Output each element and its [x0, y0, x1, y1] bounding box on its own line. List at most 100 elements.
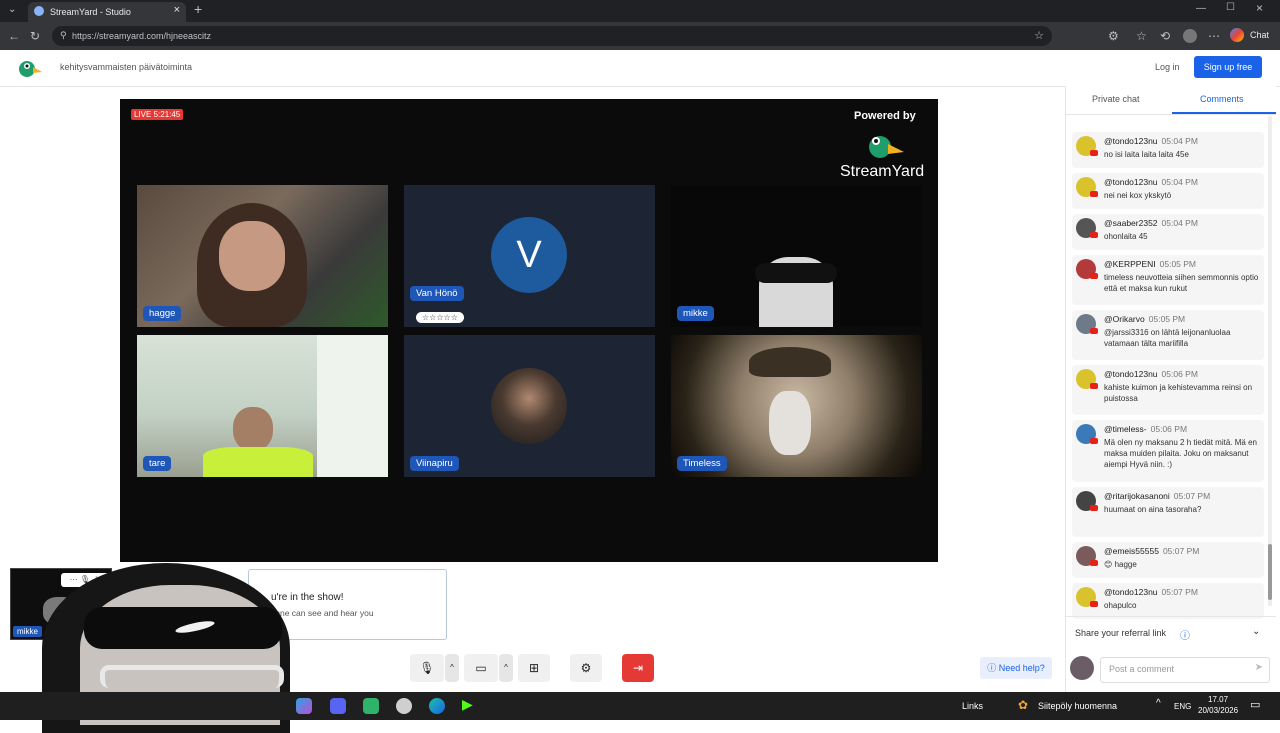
notifications-icon[interactable]: ▭ — [1250, 698, 1260, 711]
send-icon[interactable]: ➤ — [1255, 662, 1263, 673]
mic-options-chevron-icon[interactable]: ^ — [445, 654, 459, 682]
youtube-icon — [1090, 191, 1098, 197]
weather-text[interactable]: Siitepöly huomenna — [1038, 701, 1117, 711]
tab-comments[interactable]: Comments — [1200, 94, 1244, 104]
history-icon[interactable]: ⟲ — [1160, 22, 1170, 50]
app-icon[interactable] — [363, 698, 379, 714]
settings-gear-icon[interactable]: ⚙ — [570, 654, 602, 682]
participant-tile: Viinapiru — [404, 335, 655, 477]
overlay-goggles — [100, 665, 284, 688]
new-tab-icon[interactable]: + — [194, 1, 202, 17]
comment-username: @Orikarvo 05:05 PM — [1104, 314, 1185, 324]
youtube-icon — [1090, 560, 1098, 566]
tab-list-icon[interactable]: ⌄ — [8, 0, 16, 24]
participant-tile: Timeless — [671, 335, 922, 477]
links-toolbar[interactable]: Links — [962, 701, 983, 711]
copilot-icon[interactable] — [1230, 28, 1244, 42]
scrollbar-thumb[interactable] — [1268, 544, 1272, 600]
participant-tile: tare — [137, 335, 388, 477]
streamyard-logo-icon[interactable] — [16, 56, 42, 80]
comment-input[interactable]: Post a comment ➤ — [1100, 657, 1270, 683]
clock-time[interactable]: 17.07 — [1208, 695, 1228, 704]
site-header: kehitysvammaisten päivätoiminta Log in S… — [0, 50, 1280, 87]
comment-list[interactable]: @tondo123nu 05:04 PM no isi laita laita la… — [1066, 132, 1266, 619]
url-text: https://streamyard.com/hjneeascitz — [72, 31, 212, 41]
comment-text: kahiste kuimon ja kehistevamma reinsi on… — [1104, 383, 1253, 403]
tab-title: StreamYard - Studio — [50, 7, 131, 17]
tab-private-chat[interactable]: Private chat — [1092, 94, 1140, 104]
comment-username: @ritarijokasanoni 05:07 PM — [1104, 491, 1210, 501]
signup-button[interactable]: Sign up free — [1194, 56, 1262, 78]
address-bar-row: ← ↻ ⚲ https://streamyard.com/hjneeascitz… — [0, 22, 1280, 50]
participant-beard — [769, 391, 811, 455]
participant-face — [233, 407, 273, 451]
share-screen-button[interactable]: ⊞ — [518, 654, 550, 682]
windows-taskbar: ▶ Links ✿ Siitepöly huomenna ^ ENG 17.07… — [0, 692, 1280, 720]
maximize-icon[interactable]: ☐ — [1226, 2, 1235, 13]
tray-chevron-icon[interactable]: ^ — [1156, 698, 1161, 709]
need-help-button[interactable]: ⓘ Need help? — [980, 657, 1052, 679]
youtube-icon — [1090, 273, 1098, 279]
referral-info-icon[interactable]: ⓘ — [1180, 627, 1190, 642]
copilot-taskbar-icon[interactable] — [296, 698, 312, 714]
participant-name: Viinapiru — [410, 456, 459, 471]
chevron-down-icon[interactable]: ⌄ — [1252, 626, 1260, 637]
language-indicator[interactable]: ENG — [1174, 702, 1191, 711]
youtube-icon — [1090, 150, 1098, 156]
camera-options-chevron-icon[interactable]: ^ — [499, 654, 513, 682]
camera-button[interactable]: ▭ — [464, 654, 498, 682]
comment-time: 05:06 PM — [1150, 424, 1188, 434]
site-info-icon[interactable]: ⚲ — [60, 30, 67, 41]
microphone-button[interactable]: 🎙 — [410, 654, 444, 682]
help-icon: ⓘ — [987, 663, 997, 673]
discord-icon[interactable] — [330, 698, 346, 714]
comment-text: nei nei kox ykskytö — [1104, 191, 1172, 200]
tab-favicon-icon — [34, 6, 44, 16]
comment-username: @timeless- 05:06 PM — [1104, 424, 1187, 434]
kick-icon[interactable]: ▶ — [462, 696, 473, 713]
comment-username: @saaber2352 05:04 PM — [1104, 218, 1198, 228]
edge-icon[interactable] — [429, 698, 445, 714]
favorites-icon[interactable]: ☆ — [1136, 22, 1147, 50]
comment-username: @tondo123nu 05:07 PM — [1104, 587, 1198, 597]
self-view-tile: ··· 🎙 ⋮ mikke — [10, 568, 112, 640]
close-window-icon[interactable]: × — [1256, 1, 1263, 15]
chat-button[interactable]: Chat — [1250, 30, 1269, 40]
comment-time: 05:07 PM — [1162, 546, 1200, 556]
comment-username: @tondo123nu 05:04 PM — [1104, 177, 1198, 187]
referral-link-label[interactable]: Share your referral link — [1075, 628, 1166, 638]
bookmark-star-icon[interactable]: ☆ — [1034, 29, 1044, 42]
url-field[interactable]: ⚲ https://streamyard.com/hjneeascitz ☆ — [52, 26, 1052, 46]
leave-studio-button[interactable]: ⇥ — [622, 654, 654, 682]
comment-user: @Orikarvo — [1104, 314, 1145, 324]
menu-dots-icon[interactable]: ⋯ — [1208, 22, 1220, 50]
profile-avatar[interactable] — [1183, 29, 1197, 43]
comment-text: 😊 hagge — [1104, 560, 1137, 569]
app-icon[interactable] — [396, 698, 412, 714]
weather-icon: ✿ — [1018, 698, 1029, 712]
participant-name: Van Hönö — [410, 286, 464, 301]
brand-name: StreamYard — [840, 163, 925, 180]
reload-icon[interactable]: ↻ — [30, 22, 40, 50]
participant-hat — [749, 347, 831, 377]
close-tab-icon[interactable]: × — [174, 4, 180, 16]
extensions-icon[interactable]: ⚙ — [1108, 22, 1119, 50]
swoosh-icon — [174, 618, 216, 636]
clock-date[interactable]: 20/03/2026 — [1198, 706, 1238, 715]
youtube-icon — [1090, 601, 1098, 607]
minimize-icon[interactable]: — — [1196, 3, 1206, 14]
comment-username: @tondo123nu 05:06 PM — [1104, 369, 1198, 379]
comment-time: 05:07 PM — [1161, 587, 1198, 597]
back-icon[interactable]: ← — [8, 22, 20, 50]
show-title: kehitysvammaisten päivätoiminta — [60, 62, 193, 72]
comment-item: @ritarijokasanoni 05:07 PM huumaat on aina… — [1072, 487, 1264, 537]
login-link[interactable]: Log in — [1155, 62, 1180, 72]
browser-tab-bar: ⌄ StreamYard - Studio × + — ☐ × — [0, 0, 1280, 22]
participant-avatar-initial: V — [491, 217, 567, 293]
self-view-controls[interactable]: ··· 🎙 ⋮ — [61, 573, 109, 587]
browser-tab[interactable]: StreamYard - Studio × — [28, 2, 186, 22]
comment-item: @Orikarvo 05:05 PM @jarssi3316 on lähtä le… — [1072, 310, 1264, 360]
comment-scrollbar[interactable] — [1268, 116, 1272, 606]
comment-item: @tondo123nu 05:06 PM kahiste kuimon ja keh… — [1072, 365, 1264, 415]
comment-username: @emeis55555 05:07 PM — [1104, 546, 1199, 556]
